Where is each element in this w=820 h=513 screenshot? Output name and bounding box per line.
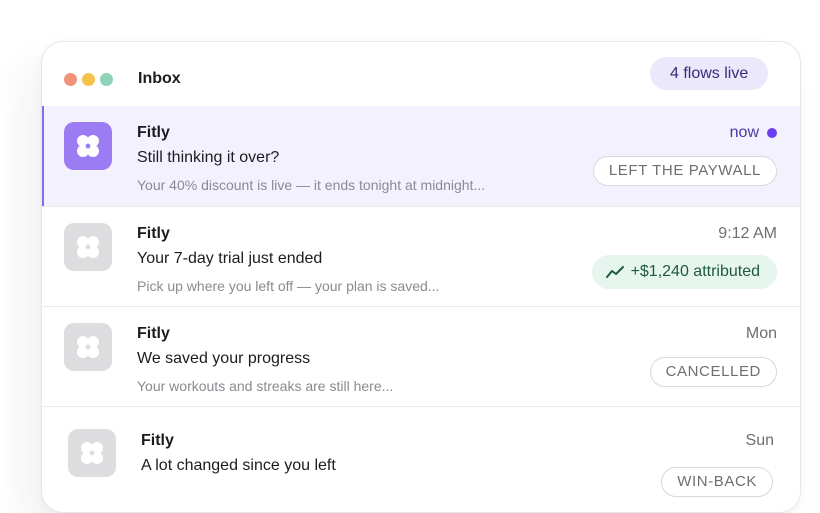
fitly-app-icon (68, 429, 116, 477)
message-preview: Pick up where you left off — your plan i… (137, 278, 440, 294)
inbox-window: Inbox 4 flows live Fitly Still thinking … (41, 41, 801, 513)
inbox-header: Inbox 4 flows live (42, 42, 800, 106)
trending-up-icon (605, 266, 624, 278)
clover-icon (77, 236, 99, 258)
message-time-group: Sun (746, 432, 774, 450)
fitly-app-icon (64, 122, 112, 170)
message-subject: Your 7-day trial just ended (137, 250, 323, 267)
message-subject: A lot changed since you left (141, 457, 336, 474)
window-dot-yellow[interactable] (82, 73, 95, 86)
window-dot-red[interactable] (64, 73, 77, 86)
message-time: 9:12 AM (718, 225, 777, 242)
attribution-badge: +$1,240 attributed (591, 255, 777, 289)
message-sender: Fitly (141, 432, 174, 449)
message-sender: Fitly (137, 124, 170, 141)
window-dot-green[interactable] (100, 73, 113, 86)
clover-icon (77, 336, 99, 358)
message-time-group: now (730, 124, 777, 142)
flows-live-badge: 4 flows live (650, 57, 769, 90)
message-preview: Your workouts and streaks are still here… (137, 378, 394, 394)
message-subject: Still thinking it over? (137, 149, 280, 166)
message-time: now (729, 124, 759, 141)
message-row[interactable]: Fitly Your 7-day trial just ended Pick u… (42, 206, 800, 307)
message-time-group: Mon (746, 325, 777, 343)
window-controls (64, 73, 113, 86)
clover-icon (81, 442, 103, 464)
message-row[interactable]: Fitly Still thinking it over? Your 40% d… (42, 106, 800, 206)
fitly-app-icon (64, 223, 112, 271)
flow-tag: CANCELLED (649, 357, 777, 387)
message-row[interactable]: Fitly A lot changed since you left Sun W… (42, 406, 800, 507)
flow-tag: WIN-BACK (661, 467, 773, 497)
message-time-group: 9:12 AM (718, 225, 777, 243)
message-row[interactable]: Fitly We saved your progress Your workou… (42, 306, 800, 407)
inbox-title: Inbox (138, 70, 181, 87)
fitly-app-icon (64, 323, 112, 371)
flow-tag: LEFT THE PAYWALL (592, 156, 777, 186)
message-sender: Fitly (137, 325, 170, 342)
message-preview: Your 40% discount is live — it ends toni… (137, 177, 486, 193)
clover-icon (77, 135, 99, 157)
message-subject: We saved your progress (137, 350, 311, 367)
message-time: Mon (745, 325, 777, 342)
attribution-value: +$1,240 attributed (630, 263, 760, 280)
message-sender: Fitly (137, 225, 170, 242)
unread-indicator (767, 128, 777, 138)
message-time: Sun (745, 432, 774, 449)
